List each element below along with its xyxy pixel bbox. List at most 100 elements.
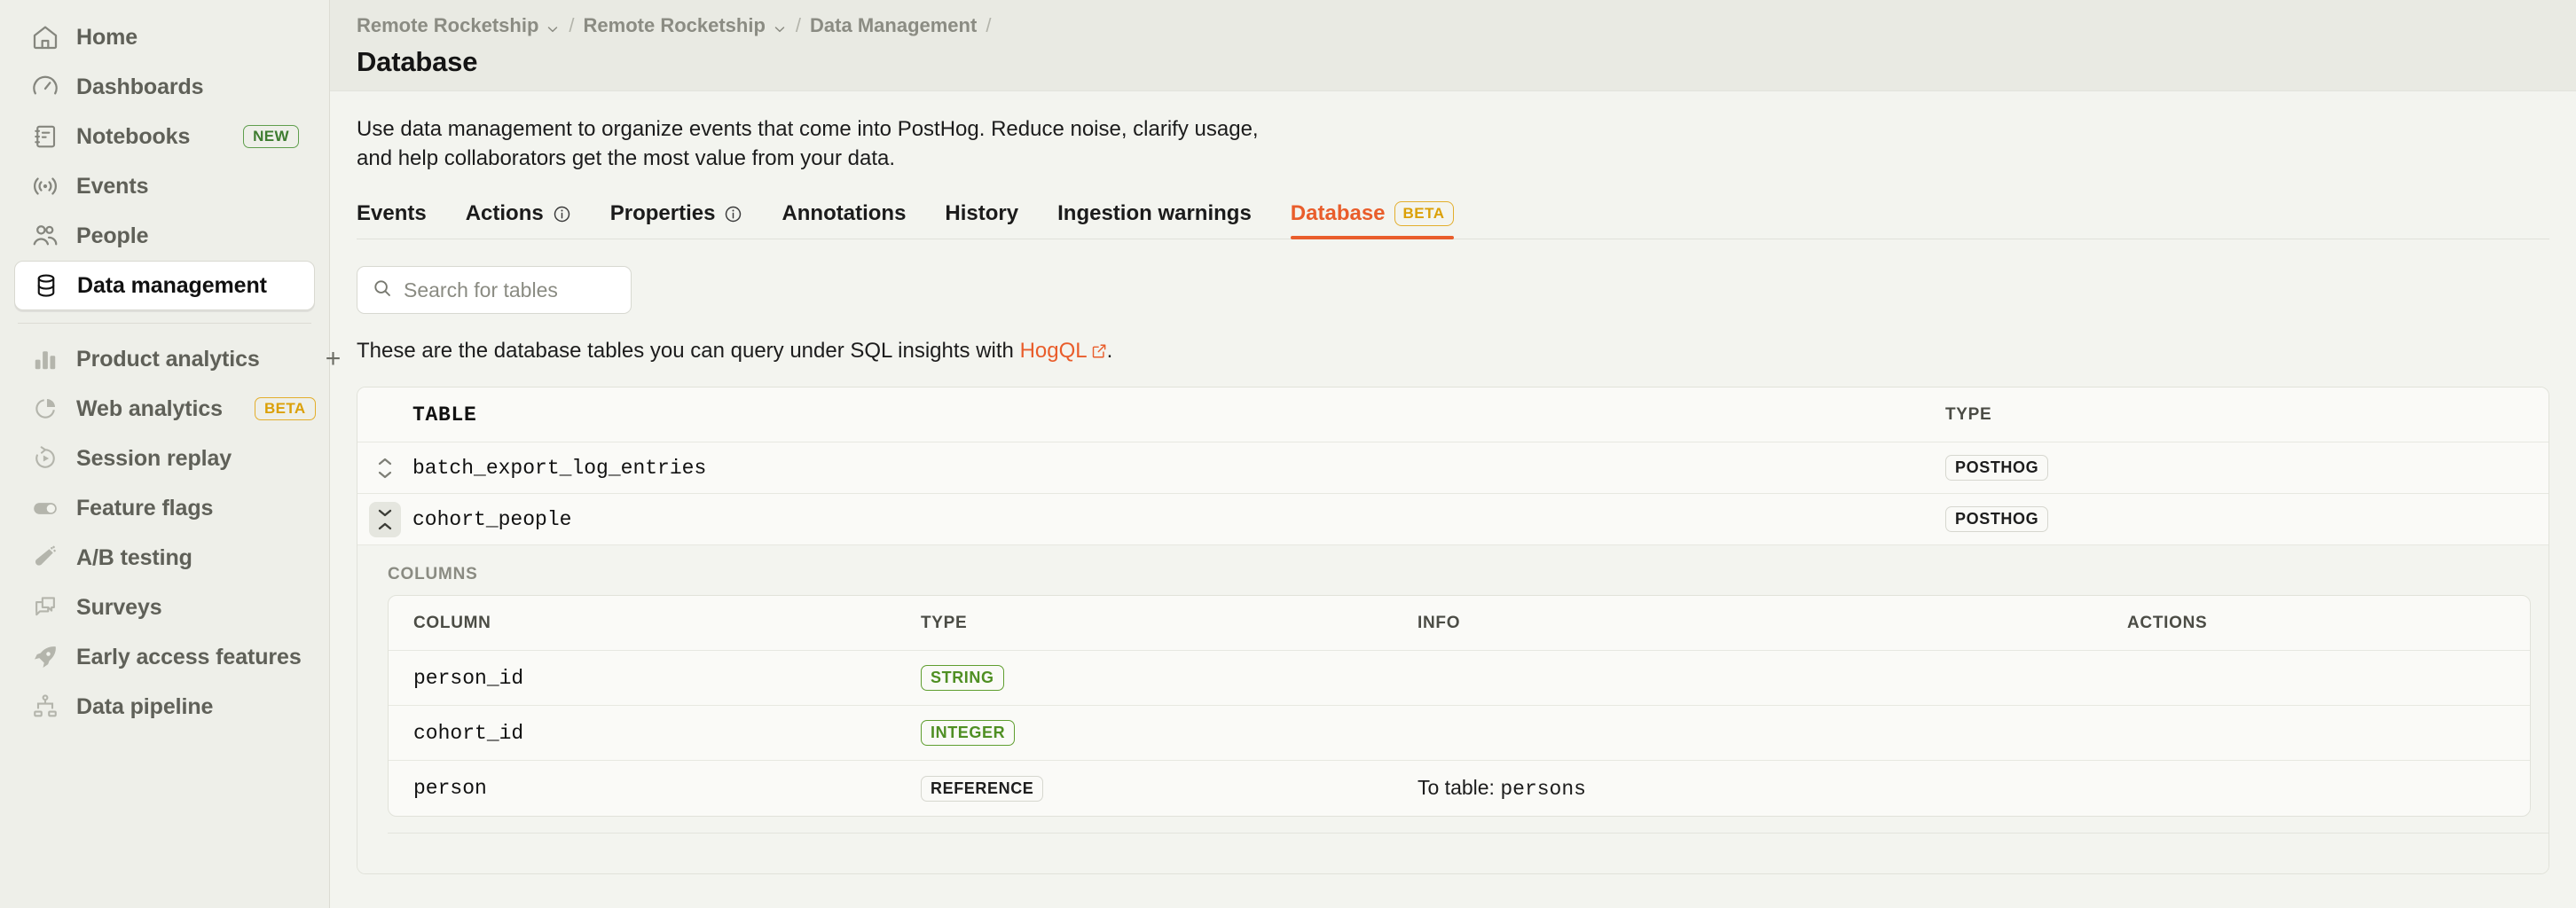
sidebar-item-label: Data pipeline bbox=[76, 693, 214, 719]
sidebar-item-dashboards[interactable]: Dashboards bbox=[14, 62, 315, 112]
sidebar-item-product-analytics[interactable]: Product analytics + bbox=[14, 334, 341, 384]
flask-icon bbox=[30, 543, 60, 573]
hogql-hint: These are the database tables you can qu… bbox=[357, 339, 2549, 364]
sidebar-divider bbox=[18, 323, 311, 324]
tab-label: Actions bbox=[465, 201, 544, 226]
table-name[interactable]: batch_export_log_entries bbox=[412, 457, 1945, 480]
type-tag: STRING bbox=[921, 665, 1004, 692]
expand-cell bbox=[357, 501, 412, 537]
type-tag: REFERENCE bbox=[921, 775, 1044, 802]
sidebar-item-web-analytics[interactable]: Web analytics BETA bbox=[14, 384, 316, 434]
replay-icon bbox=[30, 443, 60, 474]
home-icon bbox=[30, 22, 60, 52]
columns-label: COLUMNS bbox=[388, 565, 478, 584]
add-product-analytics-button[interactable]: + bbox=[326, 346, 344, 372]
columns-table-card: COLUMN TYPE INFO ACTIONS person_id STRIN… bbox=[388, 595, 2531, 818]
sidebar-item-label: Product analytics bbox=[76, 346, 260, 372]
pie-chart-icon bbox=[30, 394, 60, 424]
collapse-toggle-button[interactable] bbox=[369, 501, 401, 537]
expand-toggle-button[interactable] bbox=[369, 450, 401, 486]
sidebar-item-label: Feature flags bbox=[76, 495, 214, 521]
sidebar-item-home[interactable]: Home bbox=[14, 12, 315, 62]
expand-cell bbox=[357, 450, 412, 486]
table-type-cell: POSTHOG bbox=[1945, 506, 2549, 533]
column-name: person bbox=[413, 777, 487, 801]
col-header-table: TABLE bbox=[412, 403, 477, 427]
sidebar-item-notebooks[interactable]: Notebooks NEW bbox=[14, 112, 315, 161]
col-header-actions: ACTIONS bbox=[2127, 613, 2208, 632]
breadcrumb-separator: / bbox=[795, 14, 802, 36]
table-row[interactable]: cohort_people POSTHOG bbox=[357, 494, 2549, 546]
tab-events[interactable]: Events bbox=[357, 196, 446, 239]
col-header-type: TYPE bbox=[1945, 404, 1992, 424]
toggle-icon bbox=[30, 493, 60, 523]
expanded-columns-panel: COLUMNS COLUMN TYPE INFO ACTIONS person_… bbox=[357, 545, 2549, 874]
column-row: person REFERENCE To table: persons bbox=[389, 761, 2530, 816]
breadcrumb-label: Remote Rocketship bbox=[583, 14, 766, 36]
type-tag: INTEGER bbox=[921, 720, 1016, 747]
type-tag: POSTHOG bbox=[1945, 506, 2049, 533]
sidebar-item-label: Data management bbox=[77, 272, 267, 298]
tab-history[interactable]: History bbox=[925, 196, 1038, 239]
broadcast-icon bbox=[30, 171, 60, 201]
sidebar-item-label: Dashboards bbox=[76, 74, 204, 99]
page-content: Use data management to organize events t… bbox=[330, 91, 2576, 908]
intro-text: Use data management to organize events t… bbox=[357, 117, 1259, 171]
main-area: Remote Rocketship / Remote Rocketship / … bbox=[330, 0, 2576, 908]
tab-database[interactable]: Database BETA bbox=[1271, 196, 1473, 240]
column-name: cohort_id bbox=[413, 721, 524, 745]
column-name: person_id bbox=[413, 666, 524, 690]
sidebar-item-surveys[interactable]: Surveys bbox=[14, 583, 315, 632]
sidebar-item-session-replay[interactable]: Session replay bbox=[14, 434, 315, 483]
bar-chart-icon bbox=[30, 344, 60, 374]
table-row[interactable]: batch_export_log_entries POSTHOG bbox=[357, 442, 2549, 495]
badge-beta: BETA bbox=[1394, 201, 1454, 227]
table-type-cell: POSTHOG bbox=[1945, 455, 2549, 481]
tab-label: Database bbox=[1290, 201, 1386, 226]
search-box[interactable] bbox=[357, 266, 632, 315]
page-title: Database bbox=[357, 46, 478, 77]
col-header-info: INFO bbox=[1418, 613, 1461, 632]
breadcrumb-label: Remote Rocketship bbox=[357, 14, 539, 36]
sidebar-item-data-pipeline[interactable]: Data pipeline bbox=[14, 682, 315, 732]
sidebar-item-feature-flags[interactable]: Feature flags bbox=[14, 483, 315, 533]
tab-ingestion-warnings[interactable]: Ingestion warnings bbox=[1038, 196, 1271, 239]
tab-annotations[interactable]: Annotations bbox=[762, 196, 925, 239]
chevron-down-icon bbox=[378, 509, 392, 516]
table-name[interactable]: cohort_people bbox=[412, 508, 1945, 531]
breadcrumb-item-data-management[interactable]: Data Management bbox=[810, 14, 977, 37]
sidebar-item-data-management[interactable]: Data management bbox=[14, 261, 315, 310]
tab-label: Properties bbox=[609, 201, 716, 226]
column-type-cell: STRING bbox=[921, 665, 1418, 692]
sidebar-item-label: Web analytics bbox=[76, 395, 223, 421]
sidebar-item-label: People bbox=[76, 223, 149, 248]
tab-properties[interactable]: Properties bbox=[591, 196, 763, 239]
breadcrumb-item-organization[interactable]: Remote Rocketship bbox=[357, 14, 560, 37]
breadcrumb: Remote Rocketship / Remote Rocketship / … bbox=[357, 12, 2576, 39]
search-input[interactable] bbox=[404, 278, 617, 302]
sidebar-item-label: Session replay bbox=[76, 445, 232, 471]
chevron-down-icon bbox=[546, 19, 560, 33]
sidebar: Home Dashboards Notebooks NEW Events Peo… bbox=[0, 0, 341, 908]
column-type-cell: REFERENCE bbox=[921, 775, 1418, 802]
sidebar-item-events[interactable]: Events bbox=[14, 161, 315, 211]
chevron-up-icon bbox=[378, 522, 392, 529]
hogql-link[interactable]: HogQL bbox=[1020, 339, 1088, 363]
sidebar-item-ab-testing[interactable]: A/B testing bbox=[14, 533, 315, 583]
column-info-text: To table: bbox=[1418, 776, 1501, 800]
tab-actions[interactable]: Actions bbox=[446, 196, 591, 239]
breadcrumb-item-project[interactable]: Remote Rocketship bbox=[584, 14, 787, 37]
tab-label: Ingestion warnings bbox=[1057, 201, 1252, 226]
chevron-up-icon bbox=[378, 458, 392, 465]
hint-text-after: . bbox=[1106, 339, 1113, 364]
tab-bar: Events Actions Properties Annotations Hi… bbox=[357, 196, 2549, 240]
sidebar-item-early-access-features[interactable]: Early access features bbox=[14, 632, 315, 682]
sidebar-item-label: A/B testing bbox=[76, 544, 192, 570]
breadcrumb-separator: / bbox=[569, 14, 575, 36]
chevron-down-icon bbox=[378, 471, 392, 478]
database-tables-card: TABLE TYPE batch_export_log_entries POST… bbox=[357, 387, 2549, 875]
sidebar-item-people[interactable]: People bbox=[14, 211, 315, 261]
columns-header-row: COLUMN TYPE INFO ACTIONS bbox=[389, 596, 2530, 652]
chevron-down-icon bbox=[773, 19, 787, 33]
breadcrumb-separator: / bbox=[986, 14, 992, 36]
